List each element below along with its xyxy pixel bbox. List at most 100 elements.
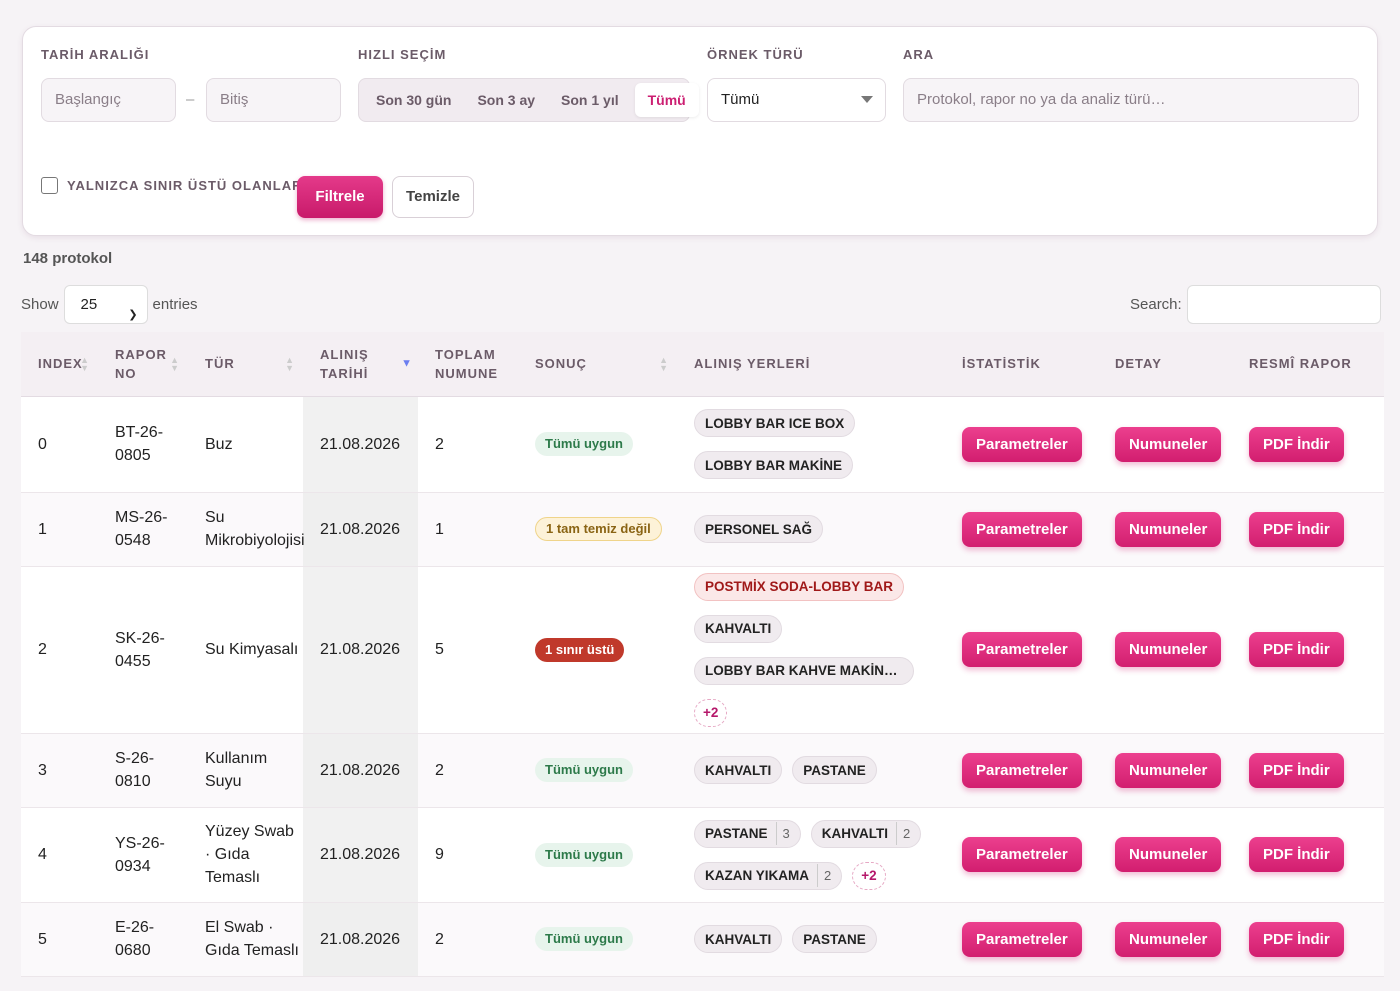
parameters-button[interactable]: Parametreler [962,632,1082,667]
table-row: 1 MS-26-0548 Su Mikrobiyolojisi 21.08.20… [21,492,1384,566]
cell-stats: Parametreler [945,733,1098,807]
chevron-down-icon: ❯ [128,309,138,321]
cell-result: Tümü uygun [518,733,677,807]
samples-button[interactable]: Numuneler [1115,426,1222,462]
parameters-button[interactable]: Parametreler [962,752,1082,788]
status-badge: Tümü uygun [535,842,633,867]
cell-stats: Parametreler [945,396,1098,492]
search-input[interactable]: Protokol, rapor no ya da analiz türü… [903,78,1359,122]
cell-date: 21.08.2026 [303,396,418,492]
pdf-download-button[interactable]: PDF İndir [1249,426,1344,462]
cell-detail: Numuneler [1098,807,1239,902]
quick-last-3-months[interactable]: Son 3 ay [464,83,548,117]
pdf-download-button[interactable]: PDF İndir [1249,632,1344,667]
col-result[interactable]: SONUÇ ▲ ▼ [518,332,677,396]
location-chip: PERSONEL SAĞ [694,515,824,543]
entries-label: entries [152,296,198,313]
col-type[interactable]: TÜR ▲ ▼ [188,332,303,396]
filter-panel: TARİH ARALIĞI Başlangıç – Bitiş HIZLI SE… [22,26,1378,236]
filter-button[interactable]: Filtrele [297,176,383,218]
samples-button[interactable]: Numuneler [1115,752,1222,788]
samples-button[interactable]: Numuneler [1115,632,1222,667]
cell-index: 0 [38,435,47,453]
location-count: 3 [775,822,790,845]
cell-index: 3 [38,761,47,779]
cell-type: Kullanım Suyu [205,750,268,790]
cell-total: 2 [435,930,444,948]
quick-select-label: HIZLI SEÇİM [358,47,447,62]
more-locations-button[interactable]: +2 [694,698,728,727]
cell-official: PDF İndir [1239,492,1384,566]
table-row: 4 YS-26-0934 Yüzey Swab · Gıda Temaslı 2… [21,807,1384,902]
cell-report-no: BT-26-0805 [115,424,164,464]
cell-index: 5 [38,930,47,948]
samples-button[interactable]: Numuneler [1115,511,1222,547]
cell-type: El Swab · Gıda Temaslı [205,919,299,959]
location-chip: LOBBY BAR ICE BOX [694,409,856,437]
col-official: RESMÎ RAPOR [1249,356,1352,372]
table-row: 0 BT-26-0805 Buz 21.08.2026 2 Tümü uygun… [21,396,1384,492]
quick-last-30-days[interactable]: Son 30 gün [363,83,464,117]
location-chip: PASTANE [792,756,877,784]
table-search-input[interactable] [1186,285,1381,324]
quick-last-1-year[interactable]: Son 1 yıl [548,83,632,117]
more-locations-button[interactable]: +2 [852,861,886,890]
cell-locations: PERSONEL SAĞ [677,492,945,566]
parameters-button[interactable]: Parametreler [962,837,1082,872]
cell-result: Tümü uygun [518,396,677,492]
cell-total: 5 [435,641,444,658]
location-chip: KAHVALTI [694,925,783,953]
parameters-button[interactable]: Parametreler [962,426,1082,462]
table-search: Search: [1130,285,1381,324]
sort-icon: ▲ ▼ [80,354,90,373]
pdf-download-button[interactable]: PDF İndir [1249,511,1344,547]
end-date-input[interactable]: Bitiş [206,78,341,122]
location-count: 2 [896,822,910,845]
samples-button[interactable]: Numuneler [1115,921,1222,957]
parameters-button[interactable]: Parametreler [962,511,1082,547]
show-label: Show [21,296,59,313]
col-total[interactable]: TOPLAM NUMUNE [418,332,518,396]
protocol-table: INDEX ▲ ▼ RAPOR NO ▲ ▼ TÜR ▲ ▼ ALINIŞ TARİHİ ▼ … [21,332,1384,977]
date-range-dash: – [186,91,195,108]
cell-index: 1 [38,520,47,538]
cell-date: 21.08.2026 [303,566,418,733]
cell-official: PDF İndir [1239,902,1384,976]
location-chip: PASTANE [792,925,877,953]
cell-total: 2 [435,761,444,779]
location-chip: PASTANE 3 [694,819,801,848]
only-over-limit-toggle[interactable]: YALNIZCA SINIR ÜSTÜ OLANLAR [41,177,302,194]
cell-result: 1 tam temiz değil [518,492,677,566]
col-index[interactable]: INDEX ▲ ▼ [21,332,98,396]
location-chip: KAHVALTI [694,756,783,784]
status-badge: 1 tam temiz değil [535,517,662,541]
page-size-select[interactable]: 25 ❯ [63,285,148,324]
start-date-input[interactable]: Başlangıç [41,78,176,122]
cell-detail: Numuneler [1098,492,1239,566]
sample-type-select[interactable]: Tümü [707,78,886,122]
pdf-download-button[interactable]: PDF İndir [1249,752,1344,788]
cell-official: PDF İndir [1239,566,1384,733]
parameters-button[interactable]: Parametreler [962,921,1082,957]
pdf-download-button[interactable]: PDF İndir [1249,921,1344,957]
cell-report-no: S-26-0810 [115,750,155,790]
col-report-no[interactable]: RAPOR NO ▲ ▼ [98,332,188,396]
pdf-download-button[interactable]: PDF İndir [1249,837,1344,872]
search-label: ARA [903,47,935,62]
cell-locations: PASTANE 3 KAHVALTI 2 KAZAN YIKAMA 2 +2 [677,807,945,902]
cell-type: Yüzey Swab · Gıda Temaslı [205,823,294,886]
sample-type-value: Tümü [721,91,760,108]
clear-button[interactable]: Temizle [392,176,474,218]
only-over-limit-checkbox[interactable] [41,177,58,194]
location-chip: KAHVALTI [694,614,783,643]
sort-icon: ▲ ▼ [659,354,669,373]
quick-all[interactable]: Tümü [634,83,699,117]
col-stats: İSTATİSTİK [962,356,1041,372]
cell-type: Su Kimyasalı [205,641,299,658]
cell-stats: Parametreler [945,807,1098,902]
cell-locations: POSTMİX SODA-LOBBY BAR KAHVALTI LOBBY BA… [677,566,945,733]
samples-button[interactable]: Numuneler [1115,837,1222,872]
col-date[interactable]: ALINIŞ TARİHİ ▼ [303,332,418,396]
table-row: 2 SK-26-0455 Su Kimyasalı 21.08.2026 5 1… [21,566,1384,733]
cell-result: Tümü uygun [518,807,677,902]
